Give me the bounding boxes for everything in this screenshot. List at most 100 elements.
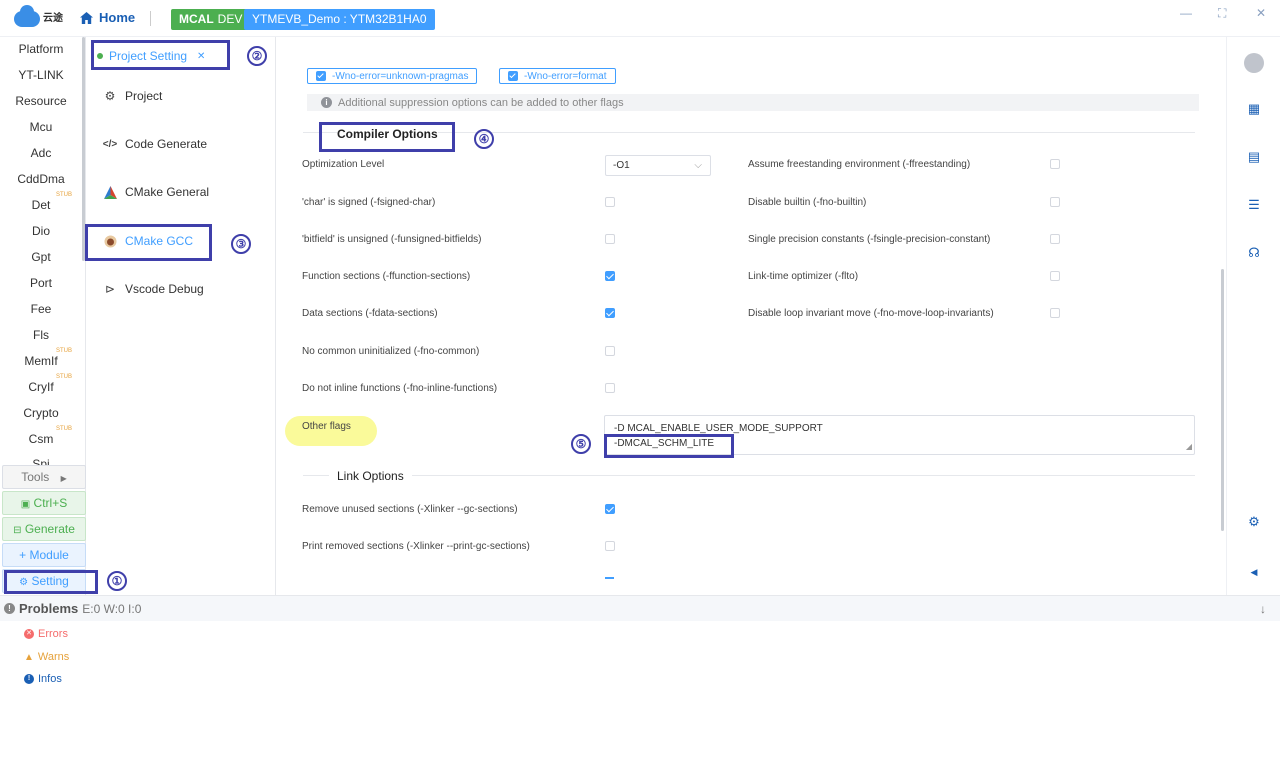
logo-text: 云途 [43,13,63,24]
tools-button[interactable]: Tools ▶ [2,465,86,489]
suppress-tag-unknown-pragmas[interactable]: -Wno-error=unknown-pragmas [307,68,478,84]
checkbox-print-gc-sections[interactable] [605,541,615,551]
avatar[interactable] [1244,53,1264,73]
debug-icon: ⊳ [104,282,116,296]
sidebar-item-mcu[interactable]: Mcu [0,120,82,134]
cmake-icon [103,185,117,199]
tab-close-icon[interactable]: ✕ [197,51,205,62]
sidebar-item-label: Fee [30,302,52,316]
menu-item-label: Project [125,89,163,103]
sidebar-item-cdddma[interactable]: CddDma [0,172,82,186]
sidebar-item-label: Platform [18,42,64,56]
right-rail: ▦ ▤ ☰ ☊ ⚙ ◀ [1226,37,1280,595]
problems-header[interactable]: ! Problems E:0 W:0 I:0 ↓ [0,596,1280,621]
option-label: Single precision constants (-fsingle-pre… [748,234,991,245]
checkbox-freestanding[interactable] [1050,159,1060,169]
sidebar-item-gpt[interactable]: Gpt [0,250,82,264]
checkbox-no-common[interactable] [605,346,615,356]
gear-icon[interactable]: ⚙ [1246,514,1262,530]
checkbox-no-builtin[interactable] [1050,197,1060,207]
mcal-badge: MCAL DEV [171,9,251,30]
option-label: Assume freestanding environment (-ffrees… [748,159,971,170]
generate-button[interactable]: ⊟ Generate [2,517,86,541]
menu-item-code-generate[interactable]: </> Code Generate [103,137,207,151]
setting-button[interactable]: ⚙ Setting [2,569,86,593]
checkbox-data-sections[interactable] [605,308,615,318]
checkbox-unsigned-bitfields[interactable] [605,234,615,244]
close-icon[interactable]: ✕ [1256,6,1266,20]
sidebar-item-spi[interactable]: Spi [0,457,82,465]
checkbox-no-inline[interactable] [605,383,615,393]
collapse-down-icon[interactable]: ↓ [1260,602,1266,616]
home-link[interactable]: Home [80,10,135,25]
checkbox-checked-icon [508,71,518,81]
sidebar-item-adc[interactable]: Adc [0,146,82,160]
menu-item-cmake-general[interactable]: CMake General [103,185,209,199]
sidebar-item-label: CryIf [28,380,54,394]
checkbox-single-precision[interactable] [1050,234,1060,244]
setting-label: Setting [31,574,69,588]
sidebar-item-label: CddDma [17,172,65,186]
option-label: 'bitfield' is unsigned (-funsigned-bitfi… [302,234,482,245]
option-label: Print removed sections (-Xlinker --print… [302,541,530,552]
info-icon: i [321,97,332,108]
sidebar-item-label: Spi [32,457,50,465]
sidebar-item-label: Gpt [31,250,51,264]
gear-icon: ⚙ [19,577,29,588]
checkbox-no-move-loop-invariants[interactable] [1050,308,1060,318]
problems-warns[interactable]: ▲ Warns [24,651,69,663]
problems-errors[interactable]: ✕ Errors [24,628,68,640]
tab-project-setting[interactable]: Project Setting ✕ [97,44,205,68]
sidebar-item-dio[interactable]: Dio [0,224,82,238]
app-logo: 云途 [14,5,70,30]
menu-item-cmake-gcc[interactable]: CMake GCC [103,234,193,248]
sidebar-item-platform[interactable]: Platform [0,42,82,56]
menu-item-project[interactable]: ⚙ Project [103,89,163,103]
minimize-icon[interactable]: — [1180,6,1192,20]
sidebar-item-memif[interactable]: MemIf STUB [0,348,82,368]
suppress-tag-label: -Wno-error=unknown-pragmas [332,70,469,82]
sidebar-item-fee[interactable]: Fee [0,302,82,316]
tab-label: Project Setting [109,49,188,63]
stub-badge: STUB [55,426,72,432]
project-badge[interactable]: YTMEVB_Demo : YTM32B1HA0 [244,9,435,30]
opt-level-value: -O1 [613,160,630,171]
warning-icon: ▲ [24,651,34,663]
sidebar-item-resource[interactable]: Resource [0,94,82,108]
opt-level-select[interactable]: -O1 ⌵ [605,155,711,176]
sidebar-item-det[interactable]: Det STUB [0,192,82,212]
checkbox-function-sections[interactable] [605,271,615,281]
sidebar-item-fls[interactable]: Fls [0,328,82,342]
sidebar-item-csm[interactable]: Csm STUB [0,426,82,446]
resize-handle-icon[interactable]: ◢ [1186,439,1192,454]
content-scrollbar[interactable] [1221,269,1224,531]
code-icon: </> [102,138,118,150]
menu-item-vscode-debug[interactable]: ⊳ Vscode Debug [103,282,204,296]
sidebar-item-crypto[interactable]: Crypto [0,406,82,420]
add-module-button[interactable]: + Module [2,543,86,567]
headset-icon[interactable]: ☊ [1246,245,1262,261]
tools-label: Tools [21,470,50,484]
checkbox-flto[interactable] [1050,271,1060,281]
checkbox-gc-sections[interactable] [605,504,615,514]
checkbox-signed-char[interactable] [605,197,615,207]
other-flags-textarea[interactable]: -D MCAL_ENABLE_USER_MODE_SUPPORT -DMCAL_… [604,415,1195,455]
menu-item-label: Vscode Debug [125,282,204,296]
stub-badge: STUB [55,192,72,198]
menu-item-label: Code Generate [125,137,208,151]
document-icon[interactable]: ▤ [1246,149,1262,165]
grid-icon[interactable]: ▦ [1246,101,1262,117]
suppress-tag-format[interactable]: -Wno-error=format [499,68,616,84]
save-button[interactable]: ▣ Ctrl+S [2,491,86,515]
other-flags-label: Other flags [302,421,351,432]
collapse-left-icon[interactable]: ◀ [1246,564,1262,580]
sidebar-item-port[interactable]: Port [0,276,82,290]
problems-infos[interactable]: ! Infos [24,673,62,685]
maximize-icon[interactable]: ⛶ [1218,6,1226,21]
sidebar-scrollbar[interactable] [82,37,85,261]
sidebar-item-yt-link[interactable]: YT-LINK [0,68,82,82]
sidebar-item-label: Csm [28,432,54,446]
save-icon: ▣ [20,499,31,510]
sliders-icon[interactable]: ☰ [1246,197,1262,213]
sidebar-item-cryif[interactable]: CryIf STUB [0,374,82,394]
